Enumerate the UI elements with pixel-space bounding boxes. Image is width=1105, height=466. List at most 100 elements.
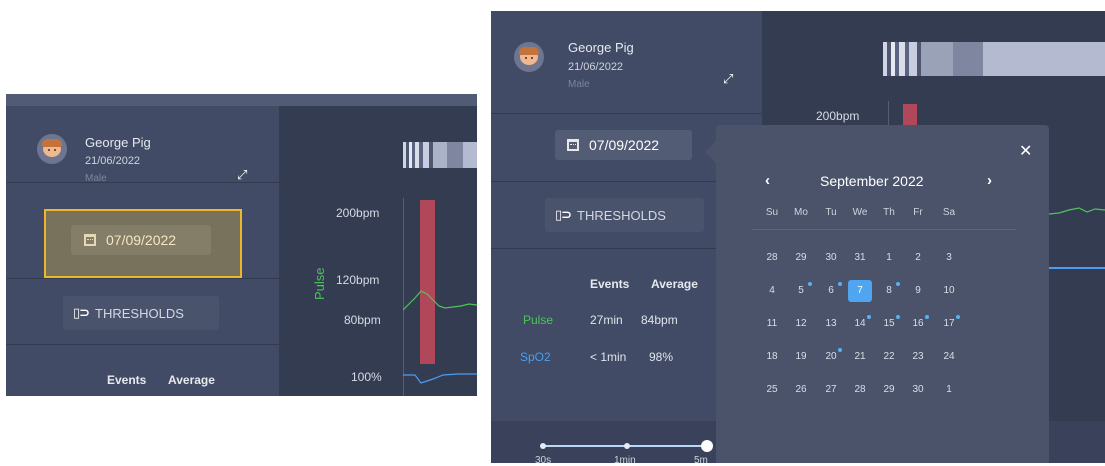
calendar-day[interactable]: 3	[937, 247, 961, 269]
calendar-day[interactable]: 20	[819, 346, 843, 368]
spo2-events: < 1min	[590, 350, 627, 364]
thresholds-button[interactable]: ▯⊃ THRESHOLDS	[545, 198, 704, 232]
thresholds-icon: ▯⊃	[555, 207, 572, 223]
pulse-line	[403, 290, 477, 311]
calendar-icon	[567, 139, 579, 151]
chevron-left-icon[interactable]: ‹	[765, 172, 770, 189]
calendar-day[interactable]: 27	[819, 379, 843, 401]
tick-label: 80bpm	[344, 313, 381, 327]
calendar-day[interactable]: 22	[877, 346, 901, 368]
divider	[491, 113, 762, 114]
tick-label: 120bpm	[336, 273, 380, 287]
patient-dob: 21/06/2022	[568, 61, 624, 73]
event-dot-icon	[956, 315, 960, 319]
patient-sex: Male	[568, 79, 590, 90]
calendar-day[interactable]: 17	[937, 313, 961, 335]
calendar-day[interactable]: 8	[877, 280, 901, 302]
stats-header-events: Events	[590, 277, 630, 291]
event-dot-icon	[896, 315, 900, 319]
calendar-day[interactable]: 7	[848, 280, 872, 302]
divider	[6, 278, 279, 279]
tick-label: 100%	[351, 370, 382, 384]
divider	[6, 182, 279, 183]
calendar-day[interactable]: 18	[760, 346, 784, 368]
date-highlight	[44, 209, 242, 278]
stats-header-average: Average	[651, 277, 698, 291]
calendar-day[interactable]: 21	[848, 346, 872, 368]
pulse-axis-label: Pulse	[312, 267, 327, 300]
expand-icon[interactable]: ⤢	[237, 168, 251, 182]
date-label: 07/09/2022	[589, 137, 660, 153]
pulse-average: 84bpm	[641, 313, 678, 327]
weekday-label: Sa	[942, 207, 956, 218]
thresholds-button[interactable]: ▯⊃ THRESHOLDS	[63, 296, 219, 330]
thresholds-label: THRESHOLDS	[95, 305, 184, 321]
calendar-day[interactable]: 10	[937, 280, 961, 302]
calendar-day[interactable]: 1	[877, 247, 901, 269]
pulse-line	[1049, 207, 1105, 215]
thresholds-label: THRESHOLDS	[577, 207, 666, 223]
weekday-label: Fr	[913, 207, 923, 218]
event-dot-icon	[896, 282, 900, 286]
timeline-strip	[883, 42, 1105, 76]
calendar-day[interactable]: 11	[760, 313, 784, 335]
calendar-day[interactable]: 16	[906, 313, 930, 335]
calendar-day[interactable]: 12	[789, 313, 813, 335]
calendar-day[interactable]: 19	[789, 346, 813, 368]
calendar-day[interactable]: 30	[819, 247, 843, 269]
top-bar	[6, 94, 477, 106]
pulse-events: 27min	[590, 313, 623, 327]
close-icon[interactable]: ✕	[1019, 141, 1032, 161]
calendar-day[interactable]: 1	[937, 379, 961, 401]
weekday-label: Tu	[825, 207, 837, 218]
calendar-day[interactable]: 9	[906, 280, 930, 302]
patient-sex: Male	[85, 173, 107, 184]
calendar-day[interactable]: 14	[848, 313, 872, 335]
event-dot-icon	[838, 348, 842, 352]
stats-header-average: Average	[168, 373, 215, 387]
month-label: September 2022	[820, 173, 924, 189]
divider	[6, 344, 279, 345]
weekday-label: Mo	[794, 207, 808, 218]
calendar-day[interactable]: 13	[819, 313, 843, 335]
patient-dob: 21/06/2022	[85, 155, 141, 167]
thresholds-icon: ▯⊃	[73, 305, 90, 321]
calendar-day[interactable]: 2	[906, 247, 930, 269]
event-dot-icon	[867, 315, 871, 319]
tick-label: 200bpm	[336, 206, 380, 220]
calendar-day[interactable]: 5	[789, 280, 813, 302]
timeline-strip	[403, 142, 477, 168]
calendar-day[interactable]: 29	[877, 379, 901, 401]
calendar-day[interactable]: 28	[760, 247, 784, 269]
calendar-day[interactable]: 23	[906, 346, 930, 368]
spo2-average: 98%	[649, 350, 674, 364]
calendar-day[interactable]: 24	[937, 346, 961, 368]
spo2-line	[1049, 267, 1105, 269]
date-picker-button[interactable]: 07/09/2022	[555, 130, 692, 160]
calendar-day[interactable]: 28	[848, 379, 872, 401]
spo2-line	[403, 373, 477, 384]
event-dot-icon	[808, 282, 812, 286]
stats-header-events: Events	[107, 373, 147, 387]
calendar-day[interactable]: 6	[819, 280, 843, 302]
calendar-day[interactable]: 15	[877, 313, 901, 335]
range-label: 1min	[614, 455, 636, 466]
calendar-day[interactable]: 25	[760, 379, 784, 401]
popup-arrow	[705, 141, 716, 163]
expand-icon[interactable]: ⤢	[723, 72, 737, 86]
chevron-right-icon[interactable]: ›	[987, 172, 992, 189]
weekday-divider	[752, 229, 1016, 230]
range-label: 5m	[694, 455, 708, 466]
time-range-slider[interactable]	[535, 436, 725, 456]
patient-name: George Pig	[568, 40, 634, 55]
weekday-label: We	[852, 207, 868, 218]
avatar	[37, 134, 67, 164]
calendar-day[interactable]: 30	[906, 379, 930, 401]
calendar-day[interactable]: 29	[789, 247, 813, 269]
weekday-label: Su	[765, 207, 779, 218]
calendar-day[interactable]: 4	[760, 280, 784, 302]
pulse-label: Pulse	[523, 313, 554, 327]
calendar-day[interactable]: 31	[848, 247, 872, 269]
avatar	[514, 42, 544, 72]
calendar-day[interactable]: 26	[789, 379, 813, 401]
